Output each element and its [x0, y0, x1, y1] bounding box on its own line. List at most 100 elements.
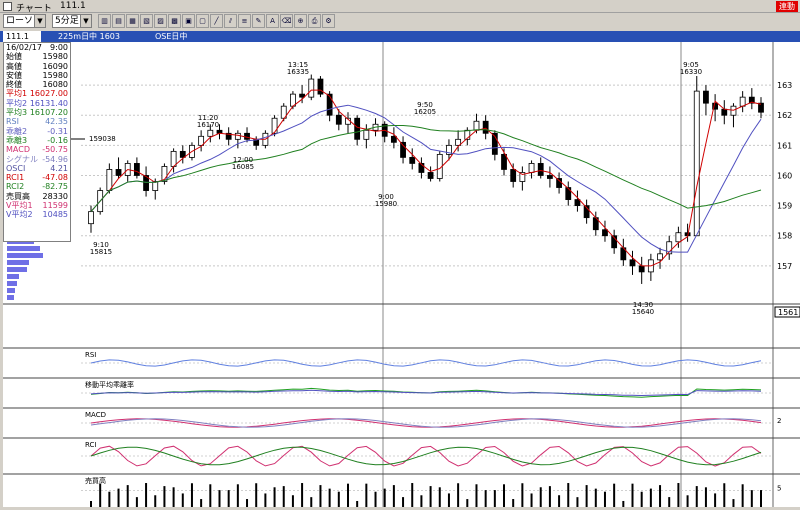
data-row: 平均3 16107.20 [4, 108, 70, 117]
data-label: OSCI [6, 163, 26, 173]
price-tick-label: 163 [777, 81, 792, 90]
market-name: OSE日中 [155, 32, 188, 41]
data-row: 始値 15980 [4, 52, 70, 61]
candle-body [739, 96, 746, 107]
candle-body [547, 175, 553, 179]
data-label: 乖離2 [6, 126, 28, 136]
interval-select[interactable]: 5分足 ▼ [52, 14, 92, 28]
data-label: シグナル [6, 154, 38, 164]
price-tick-label: 161 [777, 141, 792, 150]
title-bar: チャート 111.1 連動 [0, 0, 800, 14]
data-row: RCI2 -82.75 [4, 182, 70, 191]
draw-eraser-button[interactable]: ⌫ [280, 14, 293, 28]
marker-label: 159038 [89, 135, 116, 143]
annotation-price: 16330 [680, 68, 702, 76]
chart-type-select[interactable]: ローソク ▼ [3, 14, 46, 28]
candle-body [758, 102, 764, 113]
data-row: RSI 42.35 [4, 117, 70, 126]
symbol-input[interactable]: 111.1 [3, 31, 41, 42]
draw-channel-button[interactable]: ⫽ [224, 14, 237, 28]
candle-body [115, 169, 122, 176]
draw-line-button[interactable]: ╱ [210, 14, 223, 28]
interval-value: 5分足 [55, 16, 79, 26]
chart-b-button[interactable]: ▤ [112, 14, 125, 28]
annotation-price: 16170 [197, 121, 219, 129]
data-row: 乖離3 -0.16 [4, 136, 70, 145]
candle-body [427, 172, 434, 179]
data-value: -54.96 [42, 154, 68, 164]
draw-line-icon: ╱ [214, 17, 219, 25]
chart-f-button[interactable]: ▩ [168, 14, 181, 28]
sub-panel-label: 売買高 [85, 476, 106, 485]
chart-area[interactable]: 163 162 161 160 159 158 157 9:10 15815 11:20 16170… [3, 42, 800, 507]
data-label: 乖離3 [6, 135, 28, 145]
candle-body [501, 153, 507, 170]
candle-body [629, 259, 636, 267]
data-datetime-row: 16/02/17 9:00 [4, 43, 70, 52]
draw-channel-icon: ⫽ [228, 17, 233, 25]
chart-c-button[interactable]: ▦ [126, 14, 139, 28]
data-value: 16080 [42, 80, 68, 90]
data-value: 42.35 [45, 117, 68, 127]
annotation-price: 15640 [632, 308, 654, 316]
draw-eraser-icon: ⌫ [281, 17, 292, 25]
chart-a-button[interactable]: ▥ [98, 14, 111, 28]
current-price-label: 1561 [778, 308, 798, 317]
data-label: 終値 [6, 80, 22, 90]
draw-fib-button[interactable]: ≡ [238, 14, 251, 28]
candle-body [574, 199, 581, 207]
volume-profile-bar [7, 260, 29, 265]
sub-panel-label: MACD [85, 411, 106, 419]
data-row: V平均1 11599 [4, 201, 70, 210]
data-value: -47.08 [42, 173, 68, 183]
data-label: RCI1 [6, 173, 25, 183]
chart-g-button[interactable]: ▣ [182, 14, 195, 28]
candle-body [317, 78, 324, 95]
data-row: 乖離2 -0.31 [4, 127, 70, 136]
info-bar: 111.1 225m日中 1603 OSE日中 [0, 31, 800, 42]
data-row: MACD -50.75 [4, 145, 70, 154]
data-value: 16090 [42, 61, 68, 71]
volume-profile-bar [7, 295, 14, 300]
candle-body [657, 253, 663, 261]
draw-text-button[interactable]: A [266, 14, 279, 28]
data-label: 高値 [6, 61, 22, 71]
chart-e-button[interactable]: ▨ [154, 14, 167, 28]
chart-d-button[interactable]: ▧ [140, 14, 153, 28]
chart-e-icon: ▨ [157, 17, 164, 25]
data-label: 平均1 [6, 89, 28, 99]
link-badge[interactable]: 連動 [776, 1, 798, 12]
chart-b-icon: ▤ [115, 17, 122, 25]
annotation-price: 15980 [375, 200, 397, 208]
print-button[interactable]: ⎙ [308, 14, 321, 28]
candle-body [703, 90, 709, 104]
chart-h-button[interactable]: ▢ [196, 14, 209, 28]
price-tick-label: 159 [777, 202, 792, 211]
volume-profile-bar [7, 274, 19, 279]
zoom-button[interactable]: ⊕ [294, 14, 307, 28]
candle-body [299, 93, 305, 98]
data-value: 4.21 [50, 163, 68, 173]
sub-panel-label: RSI [85, 351, 96, 359]
annotation-price: 16335 [287, 68, 309, 76]
data-window: 16/02/17 9:00 始値 15980 高値 16090 安値 15980 終値 160… [3, 42, 71, 242]
annotation-price: 15815 [90, 248, 112, 256]
toolbar: ローソク ▼ 5分足 ▼ ▥ ▤ ▦ ▧ ▨ ▩ ▣ ▢ ╱ ⫽ ≡ ✎ A ⌫ ⊕ ⎙ ⚙ [0, 13, 800, 30]
data-label: 売買高 [6, 191, 30, 201]
draw-pen-button[interactable]: ✎ [252, 14, 265, 28]
settings-button[interactable]: ⚙ [322, 14, 335, 28]
candle-body [565, 187, 572, 200]
chart-d-icon: ▧ [143, 17, 150, 25]
data-value: 28330 [42, 191, 68, 201]
volume-profile-bar [7, 253, 43, 258]
settings-icon: ⚙ [325, 17, 332, 25]
chart-background [3, 42, 800, 507]
data-time: 9:00 [50, 43, 68, 52]
data-row: OSCI 4.21 [4, 164, 70, 173]
data-label: 平均3 [6, 108, 28, 118]
chevron-down-icon: ▼ [80, 15, 91, 27]
price-chart[interactable]: 1631621611601591581579:101581511:2016170… [3, 42, 800, 507]
sub-panel-axis-label: 2 [777, 417, 781, 425]
data-value: 15980 [42, 70, 68, 80]
data-row: 安値 15980 [4, 71, 70, 80]
